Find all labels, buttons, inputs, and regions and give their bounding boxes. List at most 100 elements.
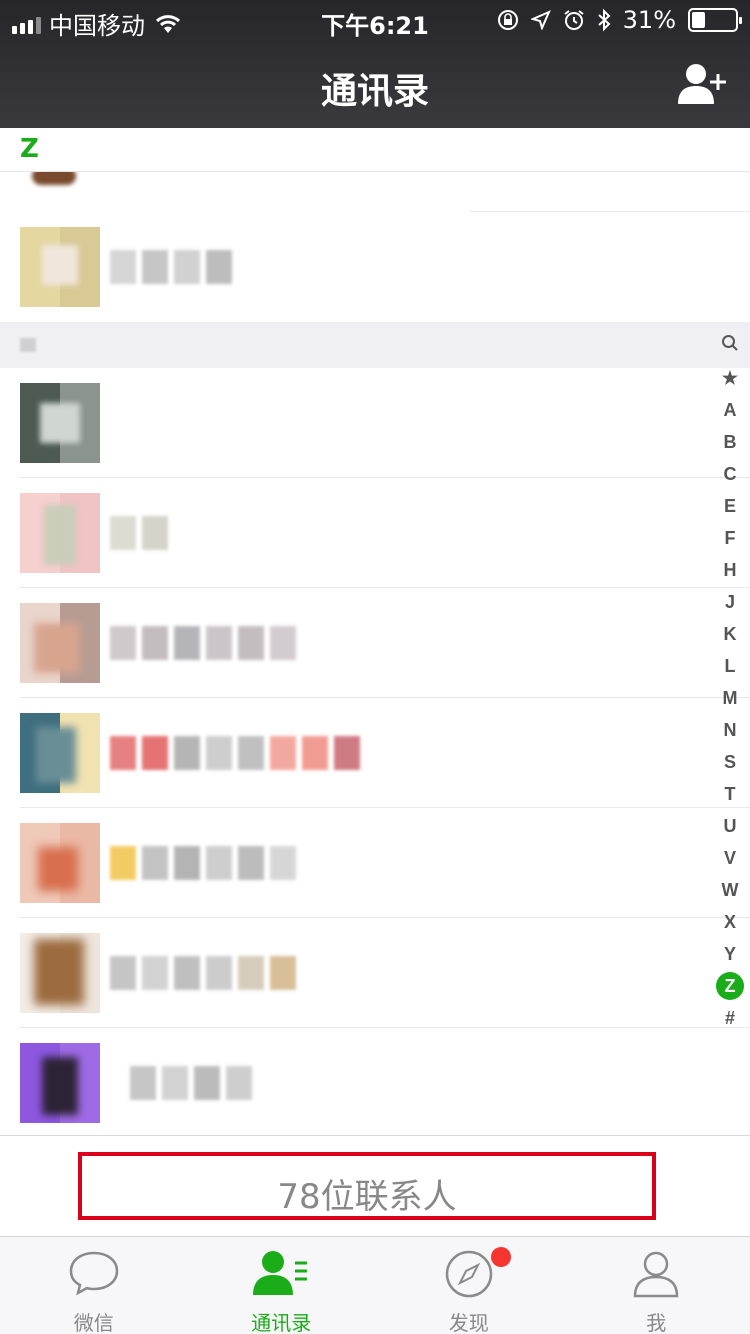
chat-icon (69, 1251, 119, 1296)
contact-avatar (20, 172, 100, 197)
index-letter-text: L (724, 656, 736, 676)
contacts-icon (253, 1251, 308, 1295)
index-letter-text: F (724, 528, 736, 548)
index-letter[interactable]: M (710, 682, 750, 714)
tab-contacts[interactable]: 通讯录 (188, 1237, 376, 1334)
contact-row[interactable] (0, 698, 750, 808)
contact-row[interactable] (0, 588, 750, 698)
tab-label: 微信 (73, 1311, 114, 1334)
contact-count-area: 78位联系人 (0, 1135, 750, 1235)
contact-avatar (20, 713, 100, 793)
index-letter[interactable]: F (710, 522, 750, 554)
index-letter[interactable]: E (710, 490, 750, 522)
location-icon (530, 10, 551, 30)
bluetooth-icon (597, 8, 611, 32)
index-letter[interactable]: C (710, 458, 750, 490)
index-letter-text: Y (723, 944, 736, 964)
index-letter-text: S (723, 752, 736, 772)
index-letter-text: M (722, 688, 738, 708)
contact-count: 78位联系人 (277, 1177, 457, 1217)
contact-name (130, 1066, 252, 1100)
index-letter[interactable]: # (710, 1002, 750, 1034)
index-letter-text: Z (716, 972, 744, 1000)
highlight-box: 78位联系人 (78, 1152, 656, 1220)
index-letter-text: C (723, 464, 737, 484)
contact-row[interactable] (0, 1028, 750, 1135)
section-header-z: Z (0, 128, 750, 172)
index-letter-text (721, 335, 739, 356)
index-letter-text: H (723, 560, 737, 580)
battery-fill (692, 12, 706, 28)
contact-name (110, 736, 360, 770)
contact-avatar (20, 603, 100, 683)
index-letter[interactable]: X (710, 906, 750, 938)
contact-row[interactable] (0, 478, 750, 588)
index-letter[interactable]: Z (710, 970, 750, 1002)
index-letter[interactable]: B (710, 426, 750, 458)
contact-name (110, 516, 168, 550)
tab-discover[interactable]: 发现 (375, 1237, 563, 1334)
alphabet-index-bar[interactable]: ★ A B C E F H J K L M N S T U V W X Y Z # (710, 330, 750, 1034)
index-letter[interactable]: Y (710, 938, 750, 970)
contact-avatar (20, 1043, 100, 1123)
contact-avatar (20, 383, 100, 463)
index-letter-text: V (723, 848, 736, 868)
tab-chats[interactable]: 微信 (0, 1237, 188, 1334)
add-contact-icon[interactable] (676, 60, 728, 108)
contact-row[interactable] (0, 918, 750, 1028)
person-icon (633, 1251, 679, 1298)
contact-avatar (20, 227, 100, 307)
index-letter-text: E (723, 496, 736, 516)
index-letter-text: J (724, 592, 735, 612)
index-letter[interactable]: ★ (710, 362, 750, 394)
battery-icon (688, 8, 742, 32)
index-letter[interactable]: U (710, 810, 750, 842)
compass-icon (445, 1250, 492, 1298)
index-letter-text: K (723, 624, 737, 644)
index-letter-text: X (723, 912, 736, 932)
index-letter-text: A (723, 400, 737, 420)
index-letter[interactable]: T (710, 778, 750, 810)
contact-avatar (20, 823, 100, 903)
index-letter-text: W (721, 880, 739, 900)
contact-name (110, 626, 296, 660)
battery-percent: 31% (622, 6, 676, 34)
index-letter-text: B (723, 432, 737, 452)
contact-row[interactable] (0, 172, 750, 212)
tab-me[interactable]: 我 (563, 1237, 750, 1334)
index-letter-text: N (723, 720, 737, 740)
contact-name (110, 956, 296, 990)
tab-label: 通讯录 (251, 1311, 312, 1334)
index-letter[interactable]: S (710, 746, 750, 778)
page-title: 通讯录 (320, 71, 429, 112)
contact-name (110, 846, 296, 880)
discover-badge (490, 1247, 511, 1267)
tab-label: 我 (646, 1311, 667, 1334)
contact-avatar (20, 933, 100, 1013)
index-letter[interactable]: K (710, 618, 750, 650)
rotation-lock-icon (497, 10, 518, 30)
contact-row[interactable] (0, 808, 750, 918)
contact-list[interactable] (0, 172, 750, 1135)
navigation-bar: 中国移动 下午6:21 31% 通讯录 (0, 0, 750, 128)
tab-bar: 微信 通讯录 发现 我 (0, 1236, 750, 1334)
index-letter[interactable]: W (710, 874, 750, 906)
status-bar: 中国移动 下午6:21 31% (0, 0, 750, 40)
index-letter-text: U (723, 816, 737, 836)
contact-avatar (20, 493, 100, 573)
index-letter-text: ★ (721, 368, 739, 388)
index-letter[interactable]: N (710, 714, 750, 746)
section-letter: Z (20, 134, 39, 164)
index-search-icon[interactable] (710, 330, 750, 362)
contact-row[interactable] (0, 368, 750, 478)
contact-name (110, 250, 232, 284)
index-letter[interactable]: J (710, 586, 750, 618)
index-letter[interactable]: H (710, 554, 750, 586)
index-letter[interactable]: A (710, 394, 750, 426)
tab-label: 发现 (448, 1311, 489, 1334)
alarm-icon (564, 10, 584, 30)
contact-row[interactable] (0, 212, 750, 322)
index-letter[interactable]: V (710, 842, 750, 874)
section-header (0, 322, 750, 368)
index-letter[interactable]: L (710, 650, 750, 682)
